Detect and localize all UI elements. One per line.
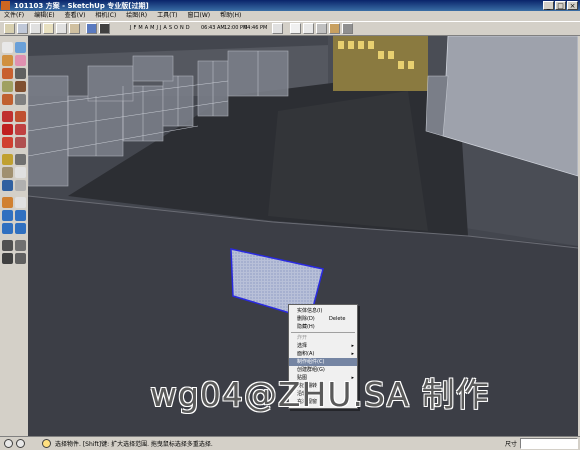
context-menu-item[interactable]: 选择 ▸ bbox=[289, 342, 357, 350]
sunset-time: 04:46 PM bbox=[244, 25, 268, 31]
previous-view-icon[interactable] bbox=[2, 223, 13, 234]
paint-bucket-icon[interactable] bbox=[2, 55, 13, 66]
context-menu-item[interactable]: 实体信息(I) bbox=[289, 307, 357, 315]
move-icon[interactable] bbox=[2, 111, 13, 122]
zoom-window-icon[interactable] bbox=[15, 210, 26, 221]
menu-camera[interactable]: 相机(C) bbox=[95, 11, 116, 21]
context-menu-item-label: 炸开 bbox=[297, 335, 308, 341]
measurements-label: 尺寸 bbox=[505, 441, 518, 448]
arc-icon[interactable] bbox=[15, 81, 26, 92]
xray-style-icon[interactable] bbox=[272, 23, 283, 34]
polygon-icon[interactable] bbox=[2, 94, 13, 105]
hidden-line-style-icon[interactable] bbox=[303, 23, 314, 34]
monochrome-style-icon[interactable] bbox=[342, 23, 353, 34]
menu-tools[interactable]: 工具(T) bbox=[157, 11, 177, 21]
dimension-icon[interactable] bbox=[15, 154, 26, 165]
shadow-month-slider[interactable]: J F M A M J J A S O N D bbox=[130, 25, 190, 31]
menu-window[interactable]: 窗口(W) bbox=[188, 11, 211, 21]
context-menu-shortcut: Delete bbox=[329, 316, 346, 322]
text-icon[interactable] bbox=[15, 167, 26, 178]
get-models-icon[interactable] bbox=[4, 23, 15, 34]
submenu-arrow-icon: ▸ bbox=[351, 343, 354, 349]
eraser-icon[interactable] bbox=[15, 55, 26, 66]
status-bar: 选择物件. [Shift]键: 扩大选择范围. 拖曳鼠标选择多重选择. 尺寸 bbox=[0, 436, 580, 450]
axes-icon[interactable] bbox=[2, 180, 13, 191]
window-title: 101103 方案 - SketchUp 专业版[过期] bbox=[14, 2, 149, 10]
pan-hand-icon[interactable] bbox=[15, 197, 26, 208]
minimize-button[interactable]: _ bbox=[543, 1, 554, 10]
position-camera-icon[interactable] bbox=[2, 240, 13, 251]
context-menu-item[interactable]: 制作组件(C) bbox=[289, 358, 357, 366]
circle-icon[interactable] bbox=[2, 81, 13, 92]
push-pull-icon[interactable] bbox=[15, 111, 26, 122]
follow-me-icon[interactable] bbox=[15, 124, 26, 135]
toolbar: J F M A M J J A S O N D 06:43 AM 12:00 P… bbox=[0, 21, 580, 36]
rectangle-icon[interactable] bbox=[2, 68, 13, 79]
maximize-button[interactable]: □ bbox=[555, 1, 566, 10]
iso-view-icon[interactable] bbox=[17, 23, 28, 34]
menu-edit[interactable]: 编辑(E) bbox=[34, 11, 54, 21]
watermark: wg04@ZHU.SA 制作 bbox=[150, 375, 490, 414]
credits-icon[interactable] bbox=[16, 439, 25, 448]
menu-view[interactable]: 查看(V) bbox=[65, 11, 86, 21]
section-plane-icon[interactable] bbox=[15, 253, 26, 264]
shadows-toggle-icon[interactable] bbox=[99, 23, 110, 34]
top-view-icon[interactable] bbox=[30, 23, 41, 34]
shadow-settings-icon[interactable] bbox=[86, 23, 97, 34]
context-menu-item-label: 删除(D) bbox=[297, 316, 315, 322]
context-menu-item-label: 面积(A) bbox=[297, 351, 315, 357]
scale-icon[interactable] bbox=[2, 137, 13, 148]
protractor-icon[interactable] bbox=[2, 167, 13, 178]
3d-text-icon[interactable] bbox=[15, 180, 26, 191]
menu-help[interactable]: 帮助(H) bbox=[220, 11, 241, 21]
wireframe-style-icon[interactable] bbox=[290, 23, 301, 34]
right-view-icon[interactable] bbox=[56, 23, 67, 34]
submenu-arrow-icon: ▸ bbox=[351, 351, 354, 357]
textured-style-icon[interactable] bbox=[329, 23, 340, 34]
rotate-icon[interactable] bbox=[2, 124, 13, 135]
context-menu-item-label: 隐藏(H) bbox=[297, 324, 315, 330]
title-bar: 101103 方案 - SketchUp 专业版[过期] _ □ × bbox=[0, 0, 580, 11]
tape-measure-icon[interactable] bbox=[2, 154, 13, 165]
sunrise-time: 06:43 AM bbox=[201, 25, 225, 31]
context-menu-item[interactable]: 隐藏(H) bbox=[289, 323, 357, 331]
context-menu-item-label: 实体信息(I) bbox=[297, 308, 323, 314]
menu-bar: 文件(F) 编辑(E) 查看(V) 相机(C) 绘图(R) 工具(T) 窗口(W… bbox=[0, 11, 580, 21]
shaded-style-icon[interactable] bbox=[316, 23, 327, 34]
menu-file[interactable]: 文件(F) bbox=[4, 11, 24, 21]
make-component-icon[interactable] bbox=[15, 42, 26, 53]
geo-location-icon[interactable] bbox=[4, 439, 13, 448]
sketchup-app-icon[interactable] bbox=[1, 1, 10, 10]
status-text: 选择物件. [Shift]键: 扩大选择范围. 拖曳鼠标选择多重选择. bbox=[55, 441, 213, 448]
zoom-extents-icon[interactable] bbox=[15, 223, 26, 234]
select-arrow-icon[interactable] bbox=[2, 42, 13, 53]
menu-draw[interactable]: 绘图(R) bbox=[126, 11, 147, 21]
context-menu-item-label: 选择 bbox=[297, 343, 308, 349]
close-button[interactable]: × bbox=[567, 1, 578, 10]
context-menu-item: 炸开 bbox=[289, 334, 357, 342]
help-question-icon[interactable] bbox=[42, 439, 51, 448]
context-menu-item[interactable]: 面积(A) ▸ bbox=[289, 350, 357, 358]
look-around-icon[interactable] bbox=[15, 240, 26, 251]
context-menu-separator bbox=[291, 332, 355, 333]
walk-footprints-icon[interactable] bbox=[2, 253, 13, 264]
orbit-icon[interactable] bbox=[2, 197, 13, 208]
measurements-box[interactable] bbox=[520, 438, 578, 449]
context-menu-item[interactable]: 删除(D) Delete bbox=[289, 315, 357, 323]
zoom-icon[interactable] bbox=[2, 210, 13, 221]
context-menu-item-label: 制作组件(C) bbox=[297, 359, 325, 365]
back-view-icon[interactable] bbox=[69, 23, 80, 34]
left-toolbar bbox=[0, 36, 28, 436]
offset-icon[interactable] bbox=[15, 137, 26, 148]
line-pencil-icon[interactable] bbox=[15, 68, 26, 79]
freehand-icon[interactable] bbox=[15, 94, 26, 105]
front-view-icon[interactable] bbox=[43, 23, 54, 34]
